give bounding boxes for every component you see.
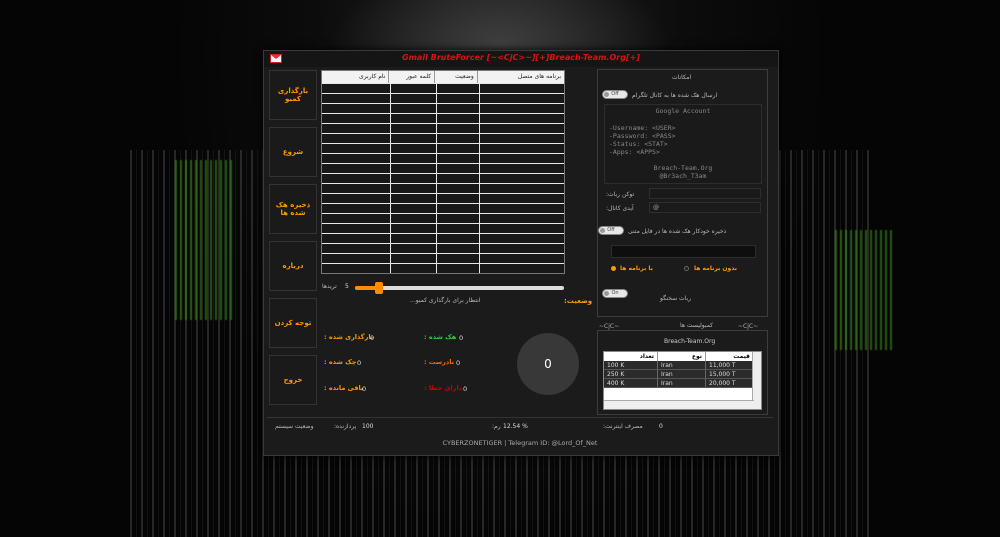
threads-label: تریدها (322, 283, 337, 290)
without-apps-label: بدون برنامه ها (694, 265, 738, 272)
header-username: نام کاربری (322, 71, 390, 83)
internet-value: 0 (659, 423, 663, 430)
loaded-label: بارگذاری شده : (324, 333, 374, 341)
bot-tester-label: ربات سخنگو (660, 295, 692, 302)
remaining-label: باقی مانده : (324, 384, 364, 392)
price-table-header: تعداد نوع قیمت (604, 352, 761, 361)
status-label: وضعیت: (564, 297, 593, 305)
processor-label: پردازنده: (334, 423, 357, 430)
channel-id-label: آیدی کانال: (606, 205, 634, 212)
template-line: -Apps: <APPS> (609, 148, 660, 156)
header-apps: برنامه های متصل (517, 73, 561, 80)
header-password: کلمه عبور (389, 71, 436, 83)
threads-value: 5 (345, 283, 349, 290)
header-count: تعداد (604, 352, 658, 361)
threads-slider-handle[interactable] (375, 282, 383, 294)
remaining-value: 0 (362, 385, 367, 393)
bot-tester-toggle[interactable]: On (602, 289, 628, 298)
channel-id-input[interactable]: @ (649, 202, 761, 213)
about-button[interactable]: درباره (269, 241, 317, 291)
invalid-label: نادرست : (424, 358, 455, 366)
window-title: Gmail BruteForcer [~<CjC>~][+]Breach-Tea… (402, 53, 640, 62)
table-row[interactable]: 250 K Iran 15,000 T (604, 370, 761, 379)
progress-counter: 0 (517, 333, 579, 395)
threads-slider[interactable] (355, 282, 564, 294)
grid-header: نام کاربری کلمه عبور وضعیت برنامه های مت… (322, 71, 564, 83)
results-grid[interactable]: نام کاربری کلمه عبور وضعیت برنامه های مت… (321, 70, 565, 274)
combolist-title: کمبولیست ها (680, 322, 714, 329)
save-hacked-button[interactable]: ذخیره هک شده ها (269, 184, 317, 234)
header-type: نوع (658, 352, 706, 361)
price-table[interactable]: تعداد نوع قیمت 100 K Iran 11,000 T 250 K… (603, 351, 762, 410)
template-line: -Status: <STAT> (609, 140, 668, 148)
title-bar: Gmail BruteForcer [~<CjC>~][+]Breach-Tea… (264, 51, 778, 67)
template-line: -Username: <USER> (609, 124, 676, 132)
exit-button[interactable]: خروج (269, 355, 317, 405)
combolist-right-tag: ~CjC~ (738, 323, 759, 330)
load-combo-button[interactable]: بارگذاری کمبو (269, 70, 317, 120)
with-apps-radio[interactable] (611, 266, 616, 271)
error-value: 0 (463, 385, 468, 393)
system-status-label: وضعیت سیستم (275, 423, 314, 430)
ram-label: رم: (492, 423, 501, 430)
message-template-textarea[interactable]: Google Account -Username: <USER> -Passwo… (604, 104, 762, 184)
table-row[interactable]: 400 K Iran 20,000 T (604, 379, 761, 388)
autosave-path-input[interactable] (611, 245, 756, 258)
channel-id-value: @ (653, 204, 659, 211)
telegram-toggle[interactable]: Off (602, 90, 628, 99)
header-status: وضعیت (435, 71, 478, 83)
checked-value: 0 (357, 359, 362, 367)
combolist-left-tag: ~CjC~ (599, 323, 620, 330)
start-button[interactable]: شروع (269, 127, 317, 177)
features-title: امکانات (672, 74, 692, 81)
template-line: -Password: <PASS> (609, 132, 676, 140)
error-label: دارای خطا : (424, 384, 463, 392)
loaded-value: 0 (370, 334, 375, 342)
template-footer: @Br3ach_T3am (659, 172, 707, 180)
hacked-label: هک شده : (424, 333, 457, 341)
invalid-value: 0 (456, 359, 461, 367)
processor-value: 100 (362, 423, 374, 430)
header-price: قیمت (706, 352, 754, 361)
template-footer: Breach-Team.Org (653, 164, 713, 172)
template-heading: Google Account (655, 107, 711, 115)
without-apps-radio[interactable] (684, 266, 689, 271)
telegram-label: ارسال هک شده ها به کانال تلگرام (632, 92, 718, 99)
attention-button[interactable]: توجه کردن (269, 298, 317, 348)
hacked-value: 0 (459, 334, 464, 342)
autosave-toggle[interactable]: Off (598, 226, 624, 235)
autosave-label: ذخیره خودکار هک شده ها در فایل متنی (628, 228, 727, 235)
grid-rows (322, 83, 564, 273)
with-apps-label: با برنامه ها (620, 265, 653, 272)
footer-credit: CYBERZONETIGER | Telegram ID: @Lord_Of_N… (442, 439, 598, 447)
table-row[interactable]: 100 K Iran 11,000 T (604, 361, 761, 370)
checked-label: چک شده : (324, 358, 357, 366)
bot-token-input[interactable] (649, 188, 761, 199)
internet-label: مصرف اینترنت: (603, 423, 643, 430)
status-text: انتظار برای بارگذاری کمبو... (410, 297, 481, 304)
bot-token-label: توکن ربات: (606, 191, 635, 198)
combolist-site: Breach-Team.Org (664, 338, 716, 345)
ram-value: 12.54 % (503, 423, 528, 430)
table-horizontal-scrollbar[interactable] (604, 400, 754, 409)
